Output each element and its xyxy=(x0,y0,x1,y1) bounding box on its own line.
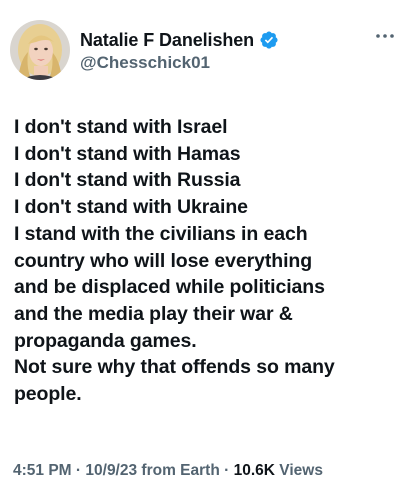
tweet: Natalie F Danelishen @Chesschick01 I don… xyxy=(0,0,410,500)
tweet-line: country who will lose everything xyxy=(14,249,313,272)
tweet-source: from Earth xyxy=(141,462,220,479)
meta-separator: · xyxy=(75,462,82,479)
tweet-line: people. xyxy=(14,383,82,406)
tweet-line: Not sure why that offends so many xyxy=(14,356,335,379)
tweet-line: propaganda games. xyxy=(14,329,197,352)
meta-separator: · xyxy=(224,462,230,479)
tweet-header: Natalie F Danelishen @Chesschick01 xyxy=(10,20,400,84)
tweet-line: I don't stand with Israel xyxy=(14,116,228,138)
tweet-meta: 4:51 PM · 10/9/23 from Earth · 10.6K Vie… xyxy=(13,462,323,480)
handle[interactable]: @Chesschick01 xyxy=(80,53,279,73)
tweet-date[interactable]: 10/9/23 xyxy=(85,462,137,479)
verified-badge-icon[interactable] xyxy=(259,30,279,50)
author-names: Natalie F Danelishen @Chesschick01 xyxy=(80,29,279,73)
avatar-image xyxy=(10,20,70,80)
tweet-line: and be displaced while politicians xyxy=(14,276,325,299)
display-name-row: Natalie F Danelishen xyxy=(80,29,279,51)
tweet-text: I don't stand with Israel I don't stand … xyxy=(14,114,400,408)
tweet-line: I stand with the civilians in each xyxy=(14,222,308,245)
tweet-time[interactable]: 4:51 PM xyxy=(13,462,72,479)
avatar[interactable] xyxy=(10,20,70,80)
views-count[interactable]: 10.6K xyxy=(234,462,275,479)
tweet-line: and the media play their war & xyxy=(14,302,293,325)
display-name[interactable]: Natalie F Danelishen xyxy=(80,30,254,51)
more-options-icon[interactable] xyxy=(374,28,396,44)
tweet-line: I don't stand with Hamas xyxy=(14,142,241,165)
tweet-line: I don't stand with Ukraine xyxy=(14,196,248,219)
views-label: Views xyxy=(279,462,323,479)
tweet-line: I don't stand with Russia xyxy=(14,169,241,192)
